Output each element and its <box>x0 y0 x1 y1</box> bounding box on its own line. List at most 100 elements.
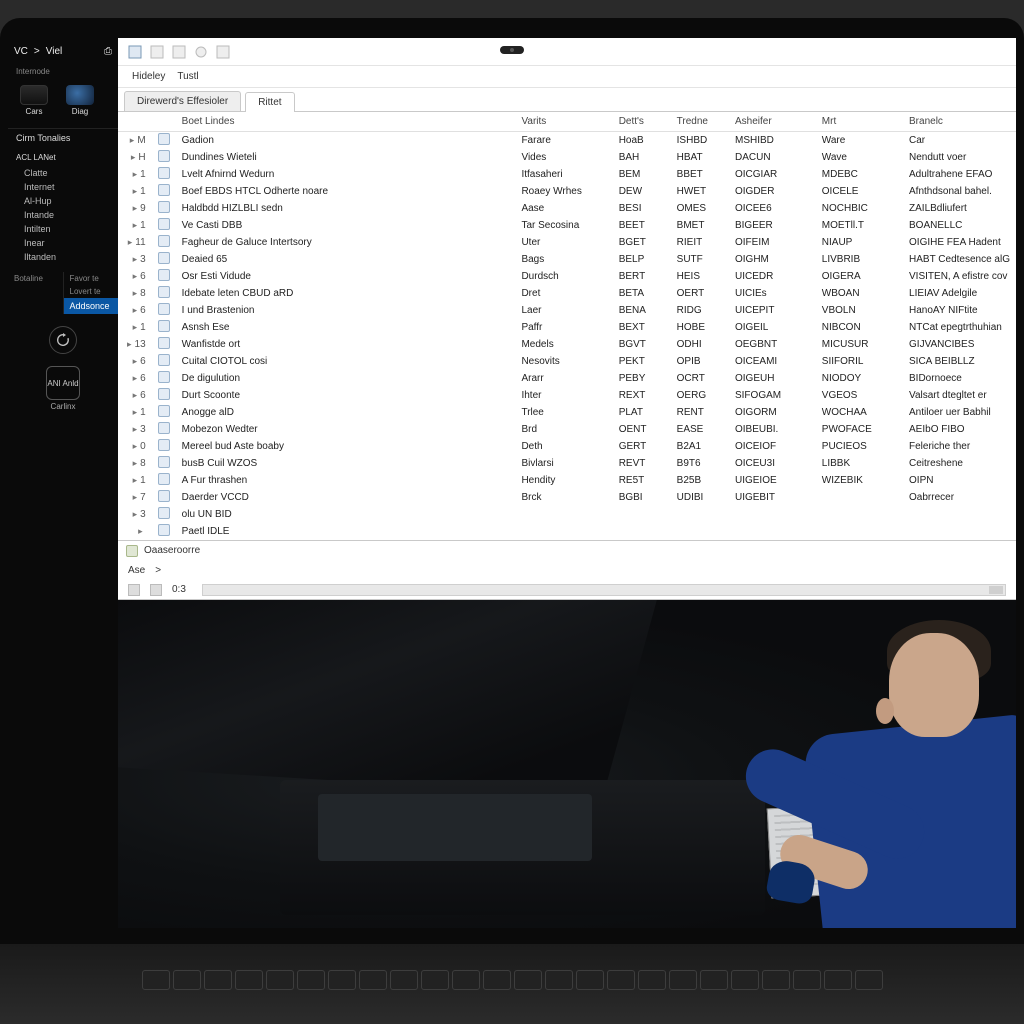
table-row[interactable]: ▸13Wanfistde ortMedelsBGVTODHIOEGBNTMICU… <box>118 336 1016 353</box>
row-col-b: EASE <box>671 421 729 438</box>
table-row[interactable]: ▸1A Fur thrashenHendityRE5TB25BUIGEIOEWI… <box>118 472 1016 489</box>
table-row[interactable]: ▸6Osr Esti VidudeDurdschBERTHEISUICEDROI… <box>118 268 1016 285</box>
row-col-b: HOBE <box>671 319 729 336</box>
table-row[interactable]: ▸Paetl IDLE <box>118 523 1016 540</box>
table-row[interactable]: ▸3Deaied 65BagsBELPSUTFOIGHMLIVBRIBHABT … <box>118 251 1016 268</box>
file-icon <box>158 320 170 332</box>
col-d[interactable]: Mrt <box>816 112 903 132</box>
file-icon <box>158 507 170 519</box>
table-row[interactable]: ▸8Idebate leten CBUD aRDDretBETAOERTUICI… <box>118 285 1016 302</box>
row-name: Lvelt Afnirnd Wedurn <box>176 166 516 183</box>
file-icon <box>158 456 170 468</box>
row-index: ▸1 <box>118 183 152 200</box>
row-type <box>515 506 612 523</box>
row-index: ▸H <box>118 149 152 166</box>
sub-toolbar-text: 0:3 <box>172 584 186 595</box>
col-c[interactable]: Asheifer <box>729 112 816 132</box>
tab-active[interactable]: Rittet <box>245 92 294 112</box>
row-col-d: MOETll.T <box>816 217 903 234</box>
table-row[interactable]: ▸MGadionFarareHoaBISHBDMSHIBDWareCar <box>118 132 1016 150</box>
row-col-e: Antiloer uer Babhil <box>903 404 1016 421</box>
row-index: ▸6 <box>118 387 152 404</box>
horizontal-scrollbar[interactable] <box>202 584 1006 596</box>
table-row[interactable]: ▸6I und BrastenionLaerBENARIDGUICEPITVBO… <box>118 302 1016 319</box>
row-col-a: PLAT <box>613 404 671 421</box>
os-nav-item[interactable]: Internet <box>8 180 118 194</box>
toolbar-icon[interactable] <box>172 45 186 59</box>
row-col-a: BEXT <box>613 319 671 336</box>
row-index: ▸3 <box>118 251 152 268</box>
os-split-right-active[interactable]: Addsonce <box>64 298 119 314</box>
os-nav-item[interactable]: Intilten <box>8 222 118 236</box>
col-e[interactable]: Branelc <box>903 112 1016 132</box>
os-split-item[interactable]: Favor te <box>64 272 119 285</box>
row-icon-cell <box>152 166 176 183</box>
col-index[interactable] <box>118 112 152 132</box>
os-nav-item[interactable]: Al-Hup <box>8 194 118 208</box>
sub-toolbar-icon[interactable] <box>150 584 162 596</box>
launcher-tile-diag[interactable]: Diag <box>62 82 98 118</box>
row-col-a: REVT <box>613 455 671 472</box>
row-col-c: OIBEUBI. <box>729 421 816 438</box>
table-row[interactable]: ▸6Cuital CIOTOL cosiNesovitsPEKTOPIBOICE… <box>118 353 1016 370</box>
sub-tab-more-icon[interactable]: > <box>155 565 161 576</box>
col-a[interactable]: Dett's <box>613 112 671 132</box>
table-row[interactable]: ▸1Asnsh EsePaffrBEXTHOBEOIGEILNIBCONNTCa… <box>118 319 1016 336</box>
col-icon[interactable] <box>152 112 176 132</box>
toolbar-icon[interactable] <box>150 45 164 59</box>
row-type: Tar Secosina <box>515 217 612 234</box>
refresh-icon[interactable] <box>49 326 77 354</box>
table-row[interactable]: ▸3olu UN BID <box>118 506 1016 523</box>
file-icon <box>158 490 170 502</box>
table-row[interactable]: ▸7Daerder VCCDBrckBGBIUDIBIUIGEBITOabrre… <box>118 489 1016 506</box>
toolbar-label-b[interactable]: Tustl <box>173 71 202 82</box>
table-row[interactable]: ▸9Haldbdd HIZLBLI sednAaseBESIOMESOICEE6… <box>118 200 1016 217</box>
row-col-a: RE5T <box>613 472 671 489</box>
table-row[interactable]: ▸11Fagheur de Galuce IntertsoryUterBGETR… <box>118 234 1016 251</box>
col-name[interactable]: Boet Lindes <box>176 112 516 132</box>
row-icon-cell <box>152 438 176 455</box>
file-icon <box>158 524 170 536</box>
app-path-row: Hideley Tustl <box>118 66 1016 88</box>
row-col-a: BENA <box>613 302 671 319</box>
tab-header[interactable]: Direwerd's Effesioler <box>124 91 241 111</box>
row-type: Aase <box>515 200 612 217</box>
toolbar-icon[interactable] <box>216 45 230 59</box>
row-col-c: BIGEER <box>729 217 816 234</box>
col-b[interactable]: Tredne <box>671 112 729 132</box>
os-nav-item[interactable]: Clatte <box>8 166 118 180</box>
os-split-left-label[interactable]: Botaline <box>8 272 63 285</box>
os-nav-item[interactable]: Inear <box>8 236 118 250</box>
sub-tab[interactable]: Ase <box>128 565 145 576</box>
table-row[interactable]: ▸1Anogge alDTrleePLATRENTOIGORMWOCHAAAnt… <box>118 404 1016 421</box>
toolbar-icon[interactable] <box>194 45 208 59</box>
table-row[interactable]: ▸3Mobezon WedterBrdOENTEASEOIBEUBI.PWOFA… <box>118 421 1016 438</box>
table-row[interactable]: ▸1Lvelt Afnirnd WedurnItfasaheriBEMBBETO… <box>118 166 1016 183</box>
table-row[interactable]: ▸HDundines WieteliVidesBAHHBATDACUNWaveN… <box>118 149 1016 166</box>
table-row[interactable]: ▸1Ve Casti DBBTar SecosinaBEETBMETBIGEER… <box>118 217 1016 234</box>
table-row[interactable]: ▸0Mereel bud Aste boabyDethGERTB2A1OICEI… <box>118 438 1016 455</box>
toolbar-icon[interactable] <box>128 45 142 59</box>
os-module-tile[interactable]: ANI Anld <box>46 366 80 400</box>
row-name: De digulution <box>176 370 516 387</box>
toolbar-label-a[interactable]: Hideley <box>128 71 169 82</box>
launcher-tile-cars[interactable]: Cars <box>16 82 52 118</box>
table-row[interactable]: ▸8busB Cuil WZOSBivlarsiREVTB9T6OICEU3IL… <box>118 455 1016 472</box>
row-name: Asnsh Ese <box>176 319 516 336</box>
col-type[interactable]: Varits <box>515 112 612 132</box>
sub-toolbar-icon[interactable] <box>128 584 140 596</box>
row-col-a: BEET <box>613 217 671 234</box>
os-nav-item[interactable]: Iltanden <box>8 250 118 264</box>
os-nav-item[interactable]: Intande <box>8 208 118 222</box>
row-type: Durdsch <box>515 268 612 285</box>
row-col-d: MDEBC <box>816 166 903 183</box>
os-menu[interactable]: Viel <box>46 46 63 57</box>
row-icon-cell <box>152 404 176 421</box>
os-split-item[interactable]: Lovert te <box>64 285 119 298</box>
table-row[interactable]: ▸6De digulutionArarrPEBYOCRTOIGEUHNIODOY… <box>118 370 1016 387</box>
table-row[interactable]: ▸1Boef EBDS HTCL Odherte noareRoaey Wrhe… <box>118 183 1016 200</box>
row-name: Boef EBDS HTCL Odherte noare <box>176 183 516 200</box>
os-tray-icon[interactable]: ⎙ <box>104 46 112 57</box>
table-row[interactable]: ▸6Durt ScoonteIhterREXTOERGSIFOGAMVGEOSV… <box>118 387 1016 404</box>
row-col-b: HEIS <box>671 268 729 285</box>
